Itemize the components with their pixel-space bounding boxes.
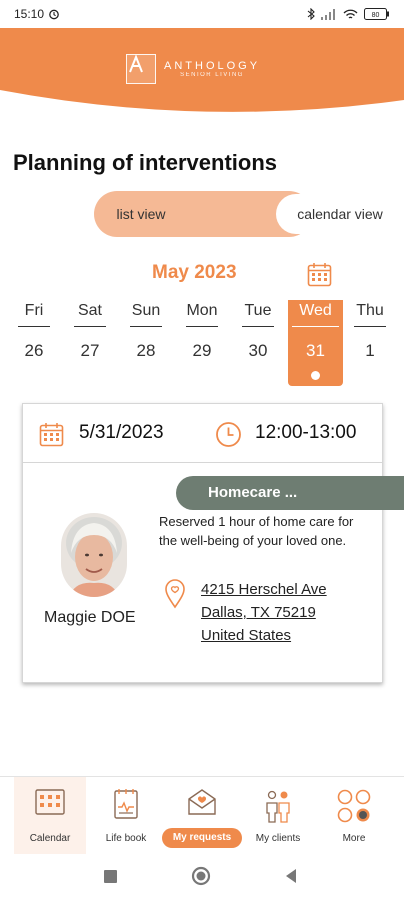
bluetooth-icon — [307, 8, 315, 20]
card-divider — [23, 462, 382, 463]
calendar-day[interactable]: Mon 29 — [182, 300, 222, 361]
day-divider — [74, 326, 106, 327]
life-book-icon — [114, 789, 138, 824]
calendar-view-option[interactable]: calendar view — [276, 194, 404, 234]
address-line-2: Dallas, TX 75219 — [201, 604, 316, 621]
nav-label: My clients — [255, 833, 301, 844]
more-circles-icon — [337, 789, 371, 828]
nav-my-clients[interactable]: My clients — [242, 777, 314, 855]
day-number: 1 — [365, 341, 375, 360]
status-time: 15:10 — [14, 7, 45, 21]
day-number: 26 — [24, 341, 44, 360]
day-divider — [292, 326, 339, 327]
day-divider — [18, 326, 50, 327]
calendar-day-selected[interactable]: Wed 31 — [288, 300, 343, 386]
day-name: Sat — [77, 302, 102, 319]
requests-envelope-icon — [187, 789, 217, 820]
brand-tagline: SENIOR LIVING — [180, 72, 244, 78]
brand-logo-mark-icon — [126, 54, 156, 84]
client-name: Maggie DOE — [44, 609, 136, 626]
brand-name: ANTHOLOGY — [164, 60, 261, 72]
status-bar: 15:10 80 — [0, 0, 404, 28]
day-name: Thu — [356, 302, 384, 319]
status-icons: 80 — [307, 8, 390, 20]
nav-label: More — [342, 833, 366, 844]
calendar-picker-icon[interactable] — [307, 262, 332, 292]
location-pin-icon — [164, 579, 186, 614]
event-indicator-dot — [311, 371, 320, 380]
nav-label: Life book — [105, 833, 147, 844]
day-number: 31 — [306, 341, 325, 360]
battery-icon: 80 — [364, 8, 389, 20]
month-label: May 2023 — [152, 262, 237, 283]
day-name: Fri — [24, 302, 44, 319]
calendar-day[interactable]: Thu 1 — [350, 300, 390, 361]
day-number: 27 — [80, 341, 100, 360]
status-time-group: 15:10 — [14, 7, 60, 21]
appointment-address-link[interactable]: 4215 Herschel Ave Dallas, TX 75219 Unite… — [201, 578, 327, 647]
date-calendar-icon — [39, 422, 64, 452]
nav-my-requests[interactable]: My requests — [162, 777, 242, 855]
recents-button[interactable] — [104, 870, 117, 883]
list-view-option[interactable]: list view — [102, 191, 180, 237]
day-divider — [242, 326, 274, 327]
calendar-day[interactable]: Fri 26 — [14, 300, 54, 361]
clock-icon — [215, 421, 242, 453]
calendar-icon — [35, 789, 65, 820]
appointment-description: Reserved 1 hour of home care for the wel… — [159, 514, 354, 548]
service-tag: Homecare ... — [176, 476, 404, 510]
page-title: Planning of interventions — [13, 150, 278, 175]
svg-text:80: 80 — [372, 12, 380, 19]
wifi-icon — [343, 9, 358, 19]
clients-icon — [263, 789, 293, 828]
bottom-navigation: Calendar Life book My requests My client… — [0, 776, 404, 855]
day-divider — [130, 326, 162, 327]
day-number: 28 — [136, 341, 156, 360]
back-button[interactable] — [286, 869, 296, 883]
nav-life-book[interactable]: Life book — [90, 777, 162, 855]
calendar-day[interactable]: Tue 30 — [238, 300, 278, 361]
home-button[interactable] — [191, 866, 211, 886]
client-avatar — [61, 513, 127, 597]
day-name: Wed — [299, 302, 332, 319]
address-line-1: 4215 Herschel Ave — [201, 581, 327, 598]
nav-more[interactable]: More — [318, 777, 390, 855]
nav-label: Calendar — [29, 833, 71, 844]
address-line-3: United States — [201, 627, 292, 644]
calendar-day[interactable]: Sat 27 — [70, 300, 110, 361]
app-header: ANTHOLOGY SENIOR LIVING — [0, 28, 404, 118]
calendar-day[interactable]: Sun 28 — [126, 300, 166, 361]
nav-label: My requests — [162, 828, 242, 848]
system-navigation-bar — [0, 854, 404, 900]
day-divider — [186, 326, 218, 327]
appointment-time: 12:00-13:00 — [255, 422, 357, 443]
nav-calendar[interactable]: Calendar — [14, 777, 86, 855]
signal-icon — [321, 8, 335, 20]
day-divider — [354, 326, 386, 327]
day-number: 29 — [192, 341, 212, 360]
brand-logo: ANTHOLOGY SENIOR LIVING — [126, 54, 260, 84]
brand-logo-text: ANTHOLOGY SENIOR LIVING — [164, 60, 260, 78]
day-name: Sun — [131, 302, 161, 319]
alarm-icon — [49, 9, 59, 20]
view-toggle: list view calendar view — [94, 191, 404, 237]
day-name: Mon — [186, 302, 218, 319]
appointment-date: 5/31/2023 — [79, 422, 164, 443]
day-name: Tue — [244, 302, 272, 319]
day-number: 30 — [248, 341, 268, 360]
